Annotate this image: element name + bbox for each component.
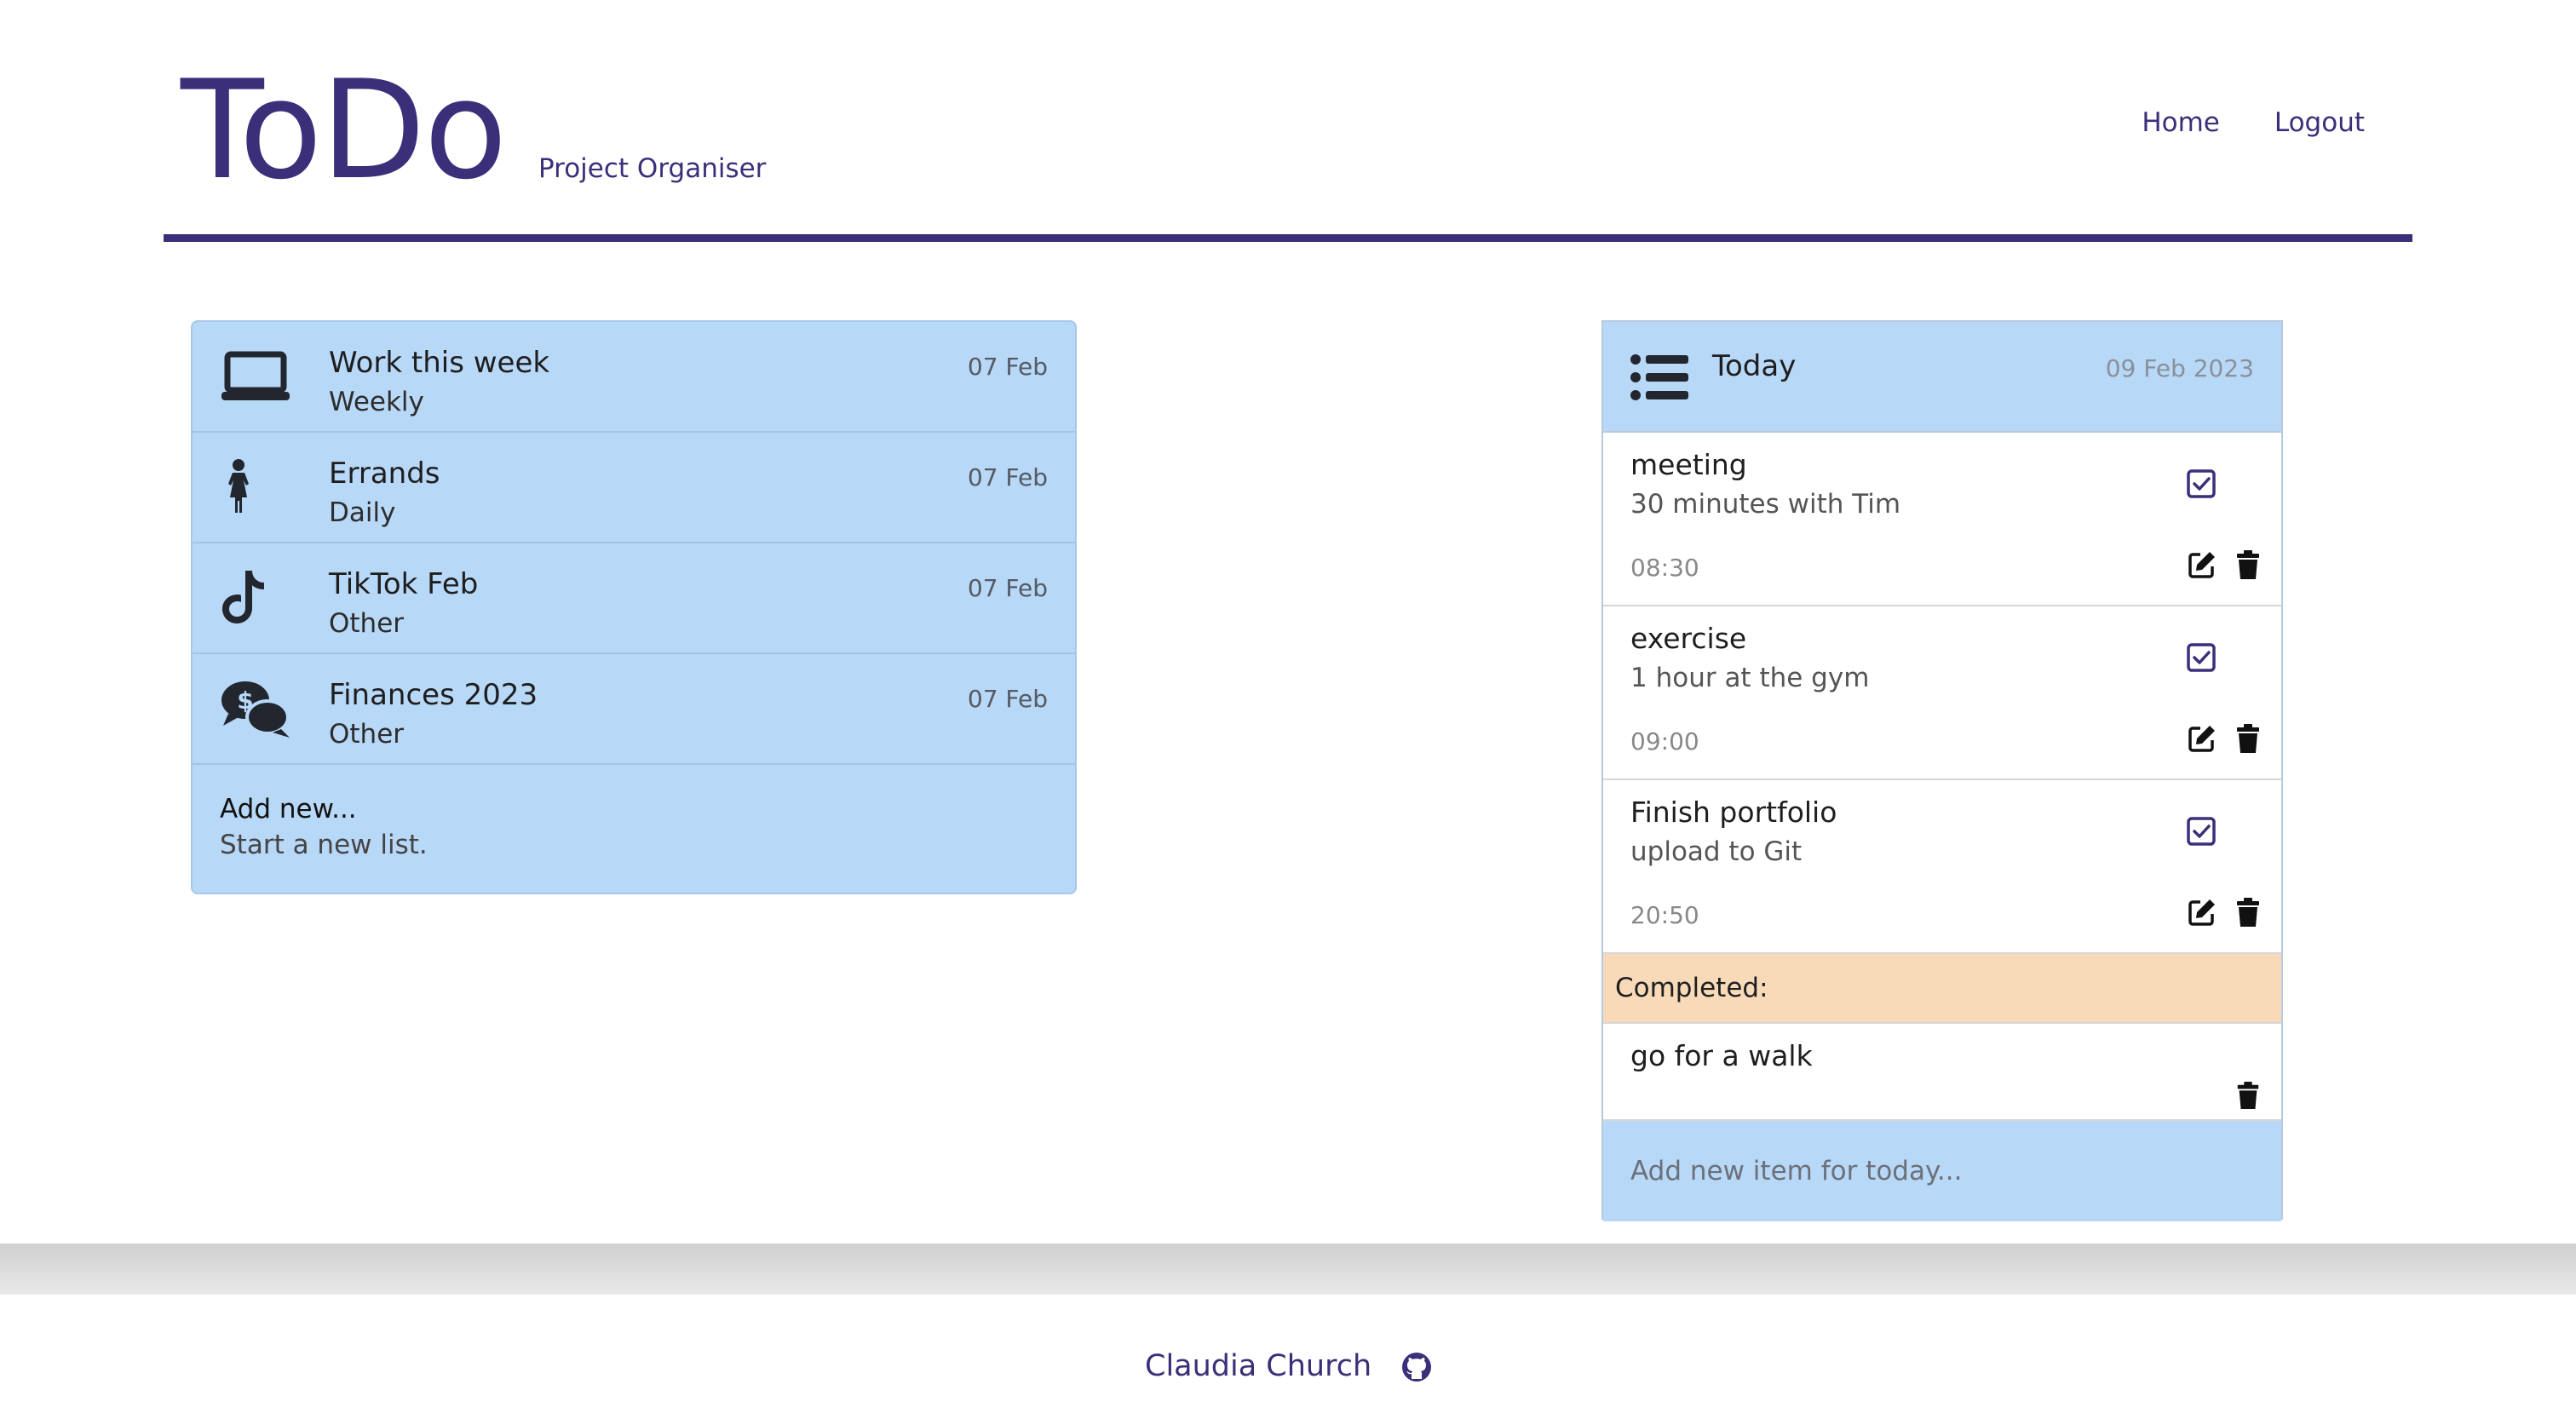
- list-name: Work this week: [329, 346, 550, 380]
- task-description: 30 minutes with Tim: [1630, 489, 1901, 520]
- task-description: 1 hour at the gym: [1630, 663, 1870, 693]
- trash-icon[interactable]: [2237, 898, 2259, 927]
- task-item: meeting 30 minutes with Tim 08:30: [1603, 433, 2281, 606]
- task-name: go for a walk: [1630, 1039, 1813, 1072]
- nav-logout-link[interactable]: Logout: [2274, 107, 2365, 138]
- today-date: 09 Feb 2023: [2105, 354, 2254, 382]
- task-name: exercise: [1630, 622, 1747, 655]
- trash-icon[interactable]: [2237, 1082, 2259, 1109]
- today-panel: Today 09 Feb 2023 meeting 30 minutes wit…: [1601, 320, 2283, 1221]
- completed-task-item: go for a walk: [1603, 1024, 2281, 1121]
- add-new-list-hint: Start a new list.: [220, 830, 428, 860]
- site-footer: Claudia Church: [0, 1295, 2576, 1419]
- complete-checkbox-icon[interactable]: [2186, 642, 2217, 673]
- brand-title: ToDo: [181, 50, 508, 210]
- list-date: 07 Feb: [967, 574, 1048, 602]
- brand-subtitle: Project Organiser: [538, 153, 767, 184]
- completed-label: Completed:: [1615, 973, 1768, 1003]
- list-name: Errands: [329, 457, 440, 491]
- list-frequency: Other: [329, 608, 405, 639]
- list-item-finances-2023[interactable]: $ Finances 2023 Other 07 Feb: [193, 654, 1075, 765]
- complete-checkbox-icon[interactable]: [2186, 816, 2217, 847]
- lists-panel: Work this week Weekly 07 Feb Errands Dai…: [191, 320, 1077, 894]
- list-date: 07 Feb: [967, 353, 1048, 381]
- edit-icon[interactable]: [2188, 550, 2217, 579]
- task-name: meeting: [1630, 448, 1747, 481]
- author-link[interactable]: Claudia Church: [1145, 1349, 1371, 1383]
- task-time: 20:50: [1630, 901, 1699, 929]
- edit-icon[interactable]: [2188, 898, 2217, 927]
- list-date: 07 Feb: [967, 685, 1048, 713]
- list-date: 07 Feb: [967, 463, 1048, 491]
- header-divider: [164, 234, 2412, 242]
- trash-icon[interactable]: [2237, 724, 2259, 753]
- complete-checkbox-icon[interactable]: [2186, 468, 2217, 499]
- task-time: 08:30: [1630, 554, 1699, 582]
- add-new-list-title: Add new...: [220, 794, 357, 824]
- completed-section-header: Completed:: [1603, 954, 2281, 1024]
- task-description: upload to Git: [1630, 836, 1803, 867]
- list-name: Finances 2023: [329, 678, 538, 712]
- github-icon[interactable]: [1400, 1351, 1433, 1383]
- list-item-work-this-week[interactable]: Work this week Weekly 07 Feb: [193, 322, 1075, 433]
- list-frequency: Weekly: [329, 387, 424, 417]
- task-name: Finish portfolio: [1630, 796, 1837, 829]
- task-item: Finish portfolio upload to Git 20:50: [1603, 780, 2281, 954]
- add-item-row: [1603, 1121, 2281, 1221]
- list-item-errands[interactable]: Errands Daily 07 Feb: [193, 433, 1075, 543]
- list-icon: [1630, 354, 1688, 400]
- laptop-icon: [221, 351, 290, 400]
- list-frequency: Daily: [329, 497, 396, 528]
- task-item: exercise 1 hour at the gym 09:00: [1603, 606, 2281, 780]
- list-item-tiktok-feb[interactable]: TikTok Feb Other 07 Feb: [193, 543, 1075, 654]
- nav-home-link[interactable]: Home: [2142, 107, 2220, 138]
- child-icon: [228, 459, 249, 513]
- trash-icon[interactable]: [2237, 550, 2259, 579]
- edit-icon[interactable]: [2188, 724, 2217, 753]
- svg-text:$: $: [237, 687, 253, 715]
- list-frequency: Other: [329, 719, 405, 750]
- task-time: 09:00: [1630, 727, 1699, 755]
- list-name: TikTok Feb: [329, 567, 479, 601]
- add-new-list-button[interactable]: Add new... Start a new list.: [193, 765, 1075, 893]
- footer-shadow-band: [0, 1244, 2576, 1295]
- top-nav: Home Logout: [2142, 107, 2365, 138]
- today-header: Today 09 Feb 2023: [1603, 322, 2281, 433]
- today-title: Today: [1712, 349, 1797, 383]
- tiktok-icon: [222, 571, 264, 623]
- add-today-item-input[interactable]: [1603, 1121, 2281, 1221]
- money-chat-icon: $: [221, 681, 290, 738]
